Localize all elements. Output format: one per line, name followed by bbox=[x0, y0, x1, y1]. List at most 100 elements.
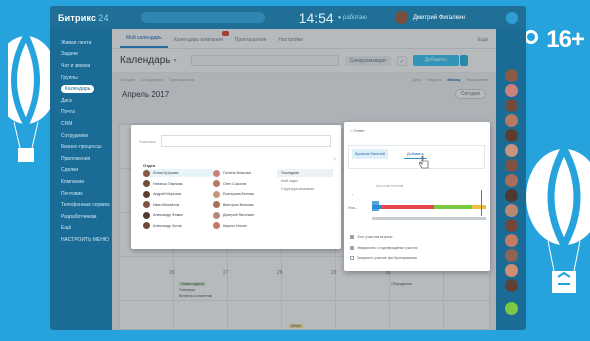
person-item[interactable]: Кирилл Ильин bbox=[213, 221, 283, 230]
timeline-label: Уча... bbox=[348, 206, 358, 210]
avatar[interactable] bbox=[504, 114, 518, 127]
timeline-user: Алтыстан Евгений bbox=[376, 184, 404, 188]
person-name: Наталья Павлова bbox=[153, 181, 183, 186]
hot-air-balloon-right-icon bbox=[526, 147, 590, 293]
hand-cursor-icon bbox=[419, 155, 429, 169]
person-name: Александр Зотов bbox=[153, 223, 182, 228]
promo-banner: 16+ Битрикс 24 14:54 ● работаю Дмитрий Фи… bbox=[0, 0, 590, 341]
sidebar-item[interactable]: Почта bbox=[50, 107, 110, 119]
brand-logo[interactable]: Битрикс 24 bbox=[58, 13, 109, 23]
avatar[interactable] bbox=[394, 11, 408, 24]
top-bar: Битрикс 24 14:54 ● работаю Дмитрий Фигалк… bbox=[50, 6, 526, 29]
avatar bbox=[213, 211, 220, 219]
person-name: Виктория Волкова bbox=[223, 202, 254, 207]
tab-recent[interactable]: Последние bbox=[277, 169, 333, 177]
person-item[interactable]: Александр Фомин bbox=[143, 211, 213, 219]
avatar bbox=[143, 180, 150, 188]
sidebar-item[interactable]: Календарь bbox=[50, 83, 110, 95]
avatar bbox=[213, 201, 220, 209]
meeting-options: Этот участник встречи Уведомлять о подтв… bbox=[350, 232, 417, 264]
avatar[interactable] bbox=[504, 69, 518, 82]
avatar bbox=[143, 211, 150, 219]
sidebar-item[interactable]: Почтовик bbox=[50, 188, 110, 200]
person-item[interactable]: Екатерина Белова bbox=[213, 190, 283, 198]
person-item[interactable]: Олег Соколов bbox=[213, 179, 283, 188]
option-checkbox[interactable]: Запросить участие при бронировании bbox=[350, 253, 417, 264]
selector-tabs: Последние Мой отдел Структура компании bbox=[277, 169, 333, 193]
person-item[interactable]: Андрей Морозов bbox=[143, 190, 213, 198]
checkbox[interactable] bbox=[350, 256, 354, 261]
sidebar-item[interactable]: Задачи bbox=[50, 49, 110, 61]
sidebar-item[interactable]: Компании bbox=[50, 176, 110, 188]
sidebar-item[interactable]: Сотрудники bbox=[50, 130, 110, 142]
user-name[interactable]: Дмитрий Фигалкин bbox=[413, 15, 465, 21]
sidebar-item[interactable]: Группы bbox=[50, 72, 110, 84]
person-item[interactable]: Александр Зотов bbox=[143, 221, 213, 230]
avatar[interactable] bbox=[504, 144, 518, 157]
avatar[interactable] bbox=[504, 264, 518, 277]
person-item[interactable]: Иван Михайлов bbox=[143, 200, 213, 209]
person-name: Иван Михайлов bbox=[153, 202, 180, 207]
sidebar-item[interactable]: Ещё bbox=[50, 223, 110, 235]
people-selector-popup: Участники × Отдел Юлия Кутузова Полина Вл… bbox=[131, 125, 341, 249]
popup-header: ○ Ответ bbox=[350, 128, 365, 133]
person-item[interactable]: Наталья Павлова bbox=[143, 179, 213, 188]
avatar[interactable] bbox=[504, 99, 518, 112]
checkbox[interactable] bbox=[350, 235, 354, 240]
sidebar-item[interactable]: Бизнес-процессы bbox=[50, 141, 110, 153]
help-icon[interactable] bbox=[506, 11, 518, 24]
avatar bbox=[143, 201, 150, 209]
avatar bbox=[213, 169, 220, 177]
avatar[interactable] bbox=[504, 249, 518, 262]
person-item[interactable]: Полина Власова bbox=[213, 169, 283, 177]
person-item[interactable]: Виктория Волкова bbox=[213, 200, 283, 209]
participant-chip[interactable]: Буханов Евгений bbox=[352, 149, 388, 159]
sidebar-item[interactable]: Телефонные сервисы bbox=[50, 199, 110, 211]
avatar bbox=[213, 180, 220, 188]
option-checkbox[interactable]: Уведомлять о подтверждении участия bbox=[350, 243, 417, 254]
timeline-track bbox=[372, 217, 486, 220]
sidebar-item[interactable]: Живая лента bbox=[50, 37, 110, 49]
option-checkbox[interactable]: Этот участник встречи bbox=[350, 232, 417, 243]
sidebar-item[interactable]: Приложения bbox=[50, 153, 110, 165]
person-item[interactable]: Дмитрий Фигалкин bbox=[213, 211, 283, 219]
avatar bbox=[143, 190, 150, 198]
sidebar-item[interactable]: CRM bbox=[50, 118, 110, 130]
avatar[interactable] bbox=[504, 279, 518, 292]
avatar[interactable] bbox=[504, 219, 518, 232]
sidebar-item[interactable]: Чат и звонки bbox=[50, 60, 110, 72]
avatar[interactable] bbox=[504, 174, 518, 187]
person-name: Екатерина Белова bbox=[223, 192, 254, 197]
sidebar-item[interactable]: Сделки bbox=[50, 165, 110, 177]
sidebar-item[interactable]: Диск bbox=[50, 95, 110, 107]
avatar[interactable] bbox=[504, 234, 518, 247]
close-icon[interactable]: × bbox=[333, 157, 336, 163]
meeting-planner-popup: ○ Ответ Буханов Евгений Добавить ‹ Алтыс… bbox=[344, 122, 490, 271]
field-label: Участники bbox=[139, 140, 156, 144]
people-search-input[interactable] bbox=[161, 135, 331, 147]
avatar[interactable] bbox=[504, 129, 518, 142]
checkbox[interactable] bbox=[350, 245, 354, 250]
phone-icon[interactable] bbox=[504, 302, 518, 315]
sidebar: Живая лента Задачи Чат и звонки Группы Кален… bbox=[50, 29, 110, 330]
work-status[interactable]: ● работаю bbox=[338, 15, 367, 21]
avatar bbox=[213, 190, 220, 198]
sidebar-item[interactable]: Разработчикам bbox=[50, 211, 110, 223]
tab-company-structure[interactable]: Структура компании bbox=[277, 185, 333, 193]
avatar[interactable] bbox=[504, 189, 518, 202]
now-line bbox=[481, 190, 482, 216]
chevron-left-icon[interactable]: ‹ bbox=[352, 192, 353, 197]
person-name: Юлия Кутузова bbox=[153, 171, 179, 176]
avatar[interactable] bbox=[504, 159, 518, 172]
avatar[interactable] bbox=[504, 204, 518, 217]
sidebar-item[interactable]: НАСТРОИТЬ МЕНЮ bbox=[50, 234, 110, 246]
person-item[interactable]: Юлия Кутузова bbox=[143, 169, 213, 178]
availability-timeline[interactable]: ‹ Алтыстан Евгений Уча... bbox=[348, 184, 486, 226]
contacts-rail bbox=[496, 29, 526, 330]
tab-my-department[interactable]: Мой отдел bbox=[277, 177, 333, 185]
clock: 14:54 bbox=[298, 9, 334, 26]
busy-bar bbox=[372, 205, 486, 209]
person-name: Полина Власова bbox=[223, 171, 251, 176]
avatar[interactable] bbox=[504, 84, 518, 97]
search-input[interactable] bbox=[140, 12, 265, 23]
